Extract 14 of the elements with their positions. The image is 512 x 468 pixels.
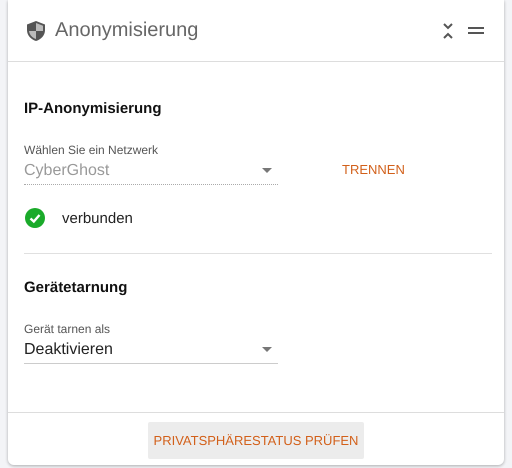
field-label: Gerät tarnen als (24, 322, 112, 336)
section-title: IP-Anonymisierung (24, 100, 163, 117)
collapse-icon[interactable] (442, 22, 454, 38)
shield-icon (27, 20, 45, 40)
dropdown-arrow-icon (262, 347, 272, 352)
device-dropdown[interactable]: Deaktivieren (24, 336, 278, 364)
field-label: Wählen Sie ein Netzwerk (24, 143, 160, 157)
card-title: Anonymisierung (55, 19, 198, 42)
section-title: Gerätetarnung (24, 279, 128, 296)
privacy-check-button[interactable]: PRIVATSPHÄRESTATUS PRÜFEN (148, 422, 364, 459)
disconnect-button[interactable]: TRENNEN (334, 156, 413, 183)
status-text: verbunden (62, 210, 133, 226)
menu-icon[interactable] (468, 26, 484, 34)
dropdown-arrow-icon (262, 168, 272, 173)
